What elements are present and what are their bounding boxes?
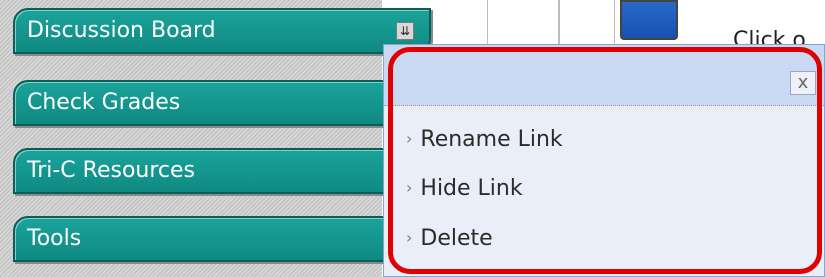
sidebar-item-tri-c-resources[interactable]: Tri-C Resources: [13, 148, 431, 194]
sidebar-item-check-grades[interactable]: Check Grades: [13, 80, 431, 126]
color-swatch-button[interactable]: [620, 0, 678, 40]
sidebar-item-label: Tools: [27, 226, 82, 251]
menu-item-rename-link[interactable]: › Rename Link: [406, 127, 563, 159]
menu-item-label: Delete: [420, 226, 493, 251]
chevron-right-icon: ›: [406, 228, 413, 247]
chevron-right-icon: ›: [406, 129, 413, 148]
context-menu-header: x: [384, 45, 824, 106]
sidebar-item-label: Tri-C Resources: [27, 158, 196, 183]
sidebar-item-label: Discussion Board: [27, 18, 216, 43]
chevron-right-icon: ›: [406, 178, 413, 197]
chevron-double-down-icon[interactable]: ⇊: [396, 22, 414, 40]
menu-item-label: Rename Link: [420, 127, 563, 152]
sidebar-item-tools[interactable]: Tools: [13, 216, 431, 262]
close-icon[interactable]: x: [790, 71, 816, 95]
sidebar-item-label: Check Grades: [27, 90, 181, 115]
context-menu: x › Rename Link › Hide Link › Delete: [383, 44, 825, 277]
sidebar-item-discussion-board[interactable]: Discussion Board ⇊: [13, 8, 431, 54]
menu-item-hide-link[interactable]: › Hide Link: [406, 176, 523, 208]
menu-item-delete[interactable]: › Delete: [406, 226, 493, 258]
menu-item-label: Hide Link: [420, 176, 523, 201]
